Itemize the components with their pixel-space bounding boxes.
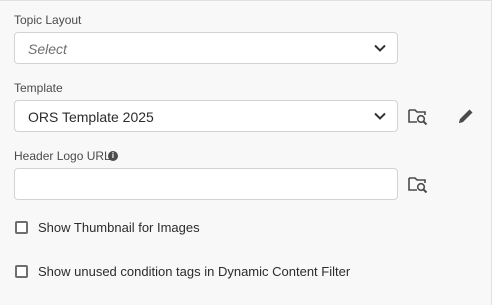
topic-layout-select[interactable]: Select bbox=[14, 32, 398, 64]
template-select[interactable]: ORS Template 2025 bbox=[14, 100, 398, 132]
template-label: Template bbox=[14, 81, 63, 95]
header-logo-browse-button[interactable] bbox=[407, 173, 429, 195]
show-thumbnail-checkbox[interactable] bbox=[15, 221, 28, 234]
top-divider bbox=[0, 0, 492, 3]
folder-search-icon bbox=[408, 109, 428, 125]
header-logo-url-input[interactable] bbox=[14, 168, 398, 200]
show-unused-tags-checkbox[interactable] bbox=[15, 265, 28, 278]
chevron-down-icon bbox=[374, 112, 386, 120]
template-browse-button[interactable] bbox=[407, 105, 429, 127]
show-unused-tags-label[interactable]: Show unused condition tags in Dynamic Co… bbox=[38, 264, 350, 279]
topic-layout-placeholder: Select bbox=[28, 41, 67, 57]
show-thumbnail-label[interactable]: Show Thumbnail for Images bbox=[38, 220, 200, 235]
template-edit-button[interactable] bbox=[455, 105, 477, 127]
chevron-down-icon bbox=[374, 44, 386, 52]
header-logo-label: Header Logo URL bbox=[14, 149, 111, 163]
topic-layout-label: Topic Layout bbox=[14, 13, 82, 27]
pencil-icon bbox=[459, 109, 473, 123]
info-icon[interactable]: i bbox=[108, 151, 118, 161]
folder-search-icon bbox=[408, 177, 428, 193]
template-value: ORS Template 2025 bbox=[28, 109, 154, 125]
